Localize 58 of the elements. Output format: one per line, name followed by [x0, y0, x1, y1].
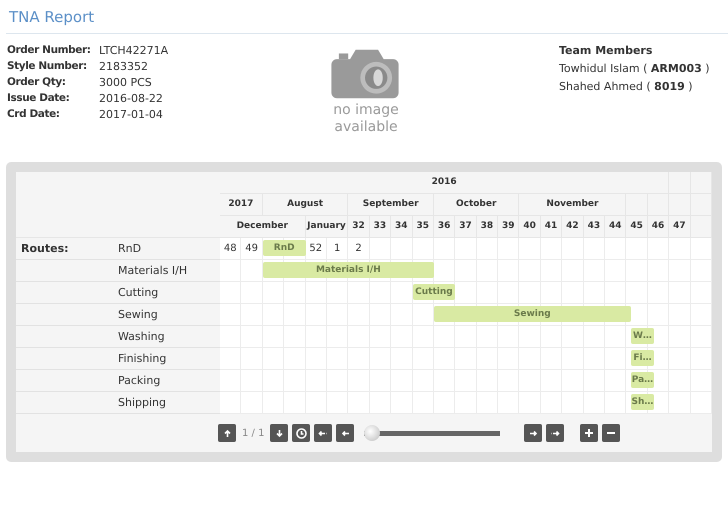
route-name: Cutting — [118, 286, 158, 299]
arrow-left-dotted-icon — [318, 428, 328, 438]
task-bar[interactable]: Pa… — [630, 372, 654, 388]
header-cell: 2016 — [220, 172, 670, 194]
zoom-in-button[interactable] — [580, 424, 598, 442]
route-name: Finishing — [118, 352, 166, 365]
page-indicator: 1 / 1 — [241, 428, 266, 438]
field-value: 2017-01-04 — [99, 108, 164, 121]
field-value: LTCH42271A — [99, 44, 170, 57]
arrow-up-icon — [222, 428, 232, 438]
field-value: 3000 PCS — [99, 76, 153, 89]
team-member: Shahed Ahmed ( 8019 ) — [559, 80, 694, 93]
page-title: TNA Report — [6, 0, 728, 34]
task-bar[interactable]: Sewing — [434, 306, 631, 322]
header-cell: September — [348, 194, 434, 216]
task-bar[interactable]: RnD — [262, 240, 306, 256]
route-name: Packing — [118, 374, 160, 387]
team-heading: Team Members — [559, 44, 654, 57]
route-name: Sewing — [118, 308, 158, 321]
route-name: Shipping — [118, 396, 166, 409]
slider-thumb[interactable] — [364, 425, 380, 441]
scroll-left-button[interactable] — [336, 424, 354, 442]
scroll-right-button[interactable] — [524, 424, 542, 442]
team-member: Towhidul Islam ( ARM003 ) — [559, 62, 710, 75]
field-label: Order Number: — [7, 44, 92, 57]
arrow-right-dotted-icon — [550, 428, 560, 438]
route-name: RnD — [118, 242, 142, 255]
week-cell: 52 — [306, 238, 327, 259]
header-cell: November — [519, 194, 626, 216]
plus-icon — [584, 428, 594, 438]
scroll-start-button[interactable] — [314, 424, 332, 442]
arrow-right-icon — [528, 428, 538, 438]
scroll-down-button[interactable] — [270, 424, 288, 442]
arrow-left-icon — [340, 428, 350, 438]
clock-icon — [296, 428, 307, 438]
clock-button[interactable] — [292, 424, 310, 442]
routes-label: Routes: — [21, 242, 69, 255]
arrow-down-icon — [274, 428, 284, 438]
field-label: Issue Date: — [7, 92, 70, 105]
task-bar[interactable]: W… — [630, 328, 654, 344]
route-name: Washing — [118, 330, 165, 343]
task-bar[interactable]: Sh… — [630, 394, 654, 410]
header-cell: 2017 — [220, 194, 263, 216]
zoom-out-button[interactable] — [602, 424, 620, 442]
task-bar[interactable]: Fi… — [630, 350, 654, 366]
field-label: Crd Date: — [7, 108, 61, 121]
route-name: Materials I/H — [118, 264, 188, 277]
header-cell: October — [434, 194, 520, 216]
header-cell: August — [262, 194, 348, 216]
scroll-end-button[interactable] — [546, 424, 564, 442]
task-bar[interactable]: Cutting — [412, 284, 456, 300]
field-value: 2183352 — [99, 60, 149, 73]
scroll-up-button[interactable] — [218, 424, 236, 442]
field-label: Style Number: — [7, 60, 88, 73]
field-value: 2016-08-22 — [99, 92, 164, 105]
placeholder-text: no image available — [332, 102, 400, 136]
field-label: Order Qty: — [7, 76, 67, 89]
task-bar[interactable]: Materials I/H — [262, 262, 434, 278]
